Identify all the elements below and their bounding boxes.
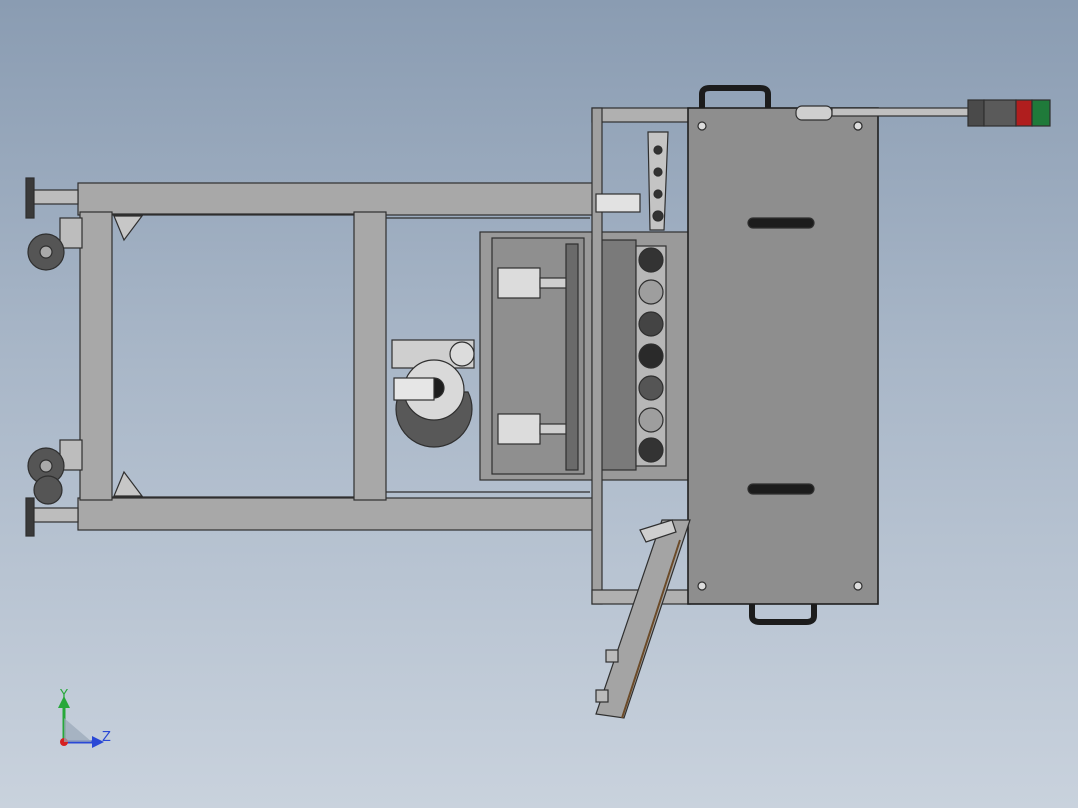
coordinate-triad: Y Z: [48, 684, 128, 764]
assembly-model[interactable]: [0, 0, 1078, 808]
y-axis-label: Y: [60, 688, 68, 703]
z-axis-label: Z: [102, 730, 111, 745]
front-panel: [687, 107, 879, 605]
triad-plane: [64, 718, 92, 742]
rotary-dial: [391, 339, 475, 448]
cad-viewport[interactable]: Y Z: [0, 0, 1078, 808]
angled-chute: [595, 519, 691, 719]
holes-column: [635, 245, 667, 467]
caster-wheels: [27, 217, 83, 505]
